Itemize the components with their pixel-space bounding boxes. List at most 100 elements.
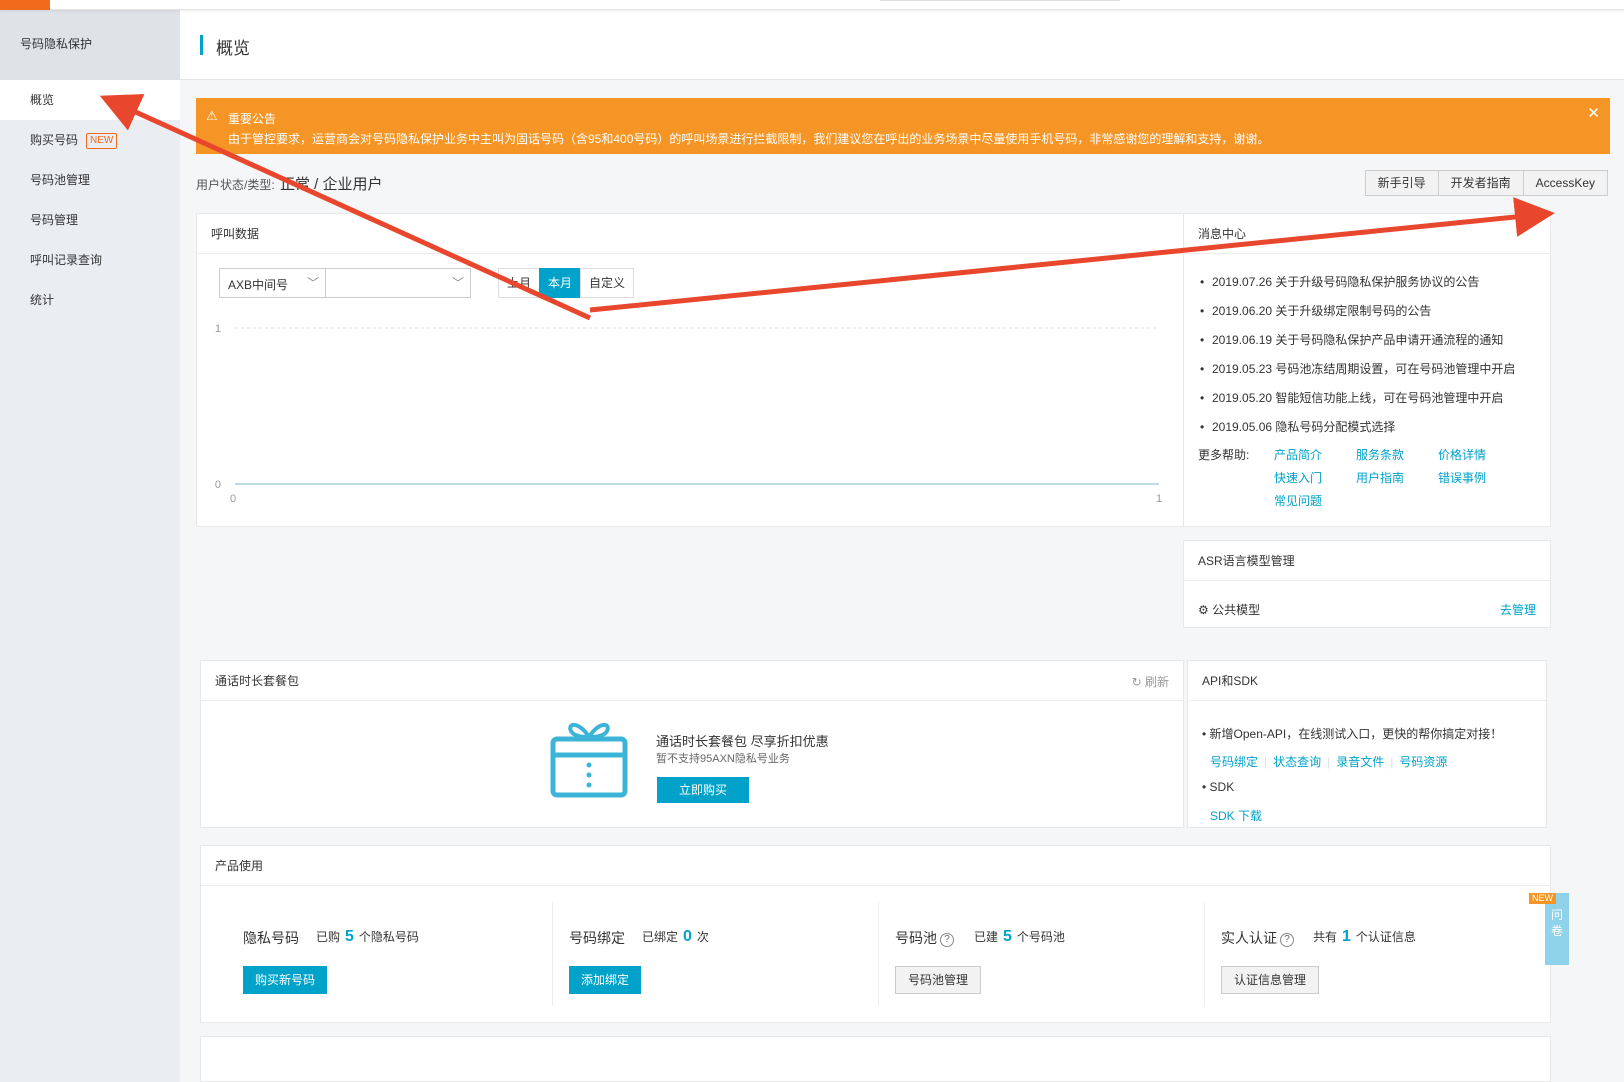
- sidebar-item-pool-management[interactable]: 号码池管理: [0, 160, 180, 200]
- help-link-intro[interactable]: 产品简介: [1274, 446, 1356, 469]
- product-usage-title: 产品使用: [201, 846, 1550, 886]
- sidebar-item-label: 概览: [30, 93, 55, 107]
- usage-count: 1: [1342, 928, 1351, 945]
- usage-stat-pre: 已购: [316, 930, 341, 944]
- api-link-binding[interactable]: 号码绑定: [1210, 755, 1258, 769]
- message-item[interactable]: 2019.05.23 号码池冻结周期设置，可在号码池管理中开启: [1198, 361, 1548, 390]
- public-model-label: 公共模型: [1212, 603, 1261, 617]
- sdk-download-link[interactable]: SDK 下载: [1210, 807, 1262, 824]
- buy-new-number-button[interactable]: 购买新号码: [243, 966, 328, 994]
- accesskey-button[interactable]: AccessKey: [1522, 170, 1608, 196]
- product-usage-card: 产品使用 隐私号码 已购 5 个隐私号码 购买新号码 号码绑定 已绑定 0 次 添加绑定…: [200, 845, 1551, 1023]
- survey-float-button[interactable]: NEW 问卷: [1529, 893, 1569, 965]
- period-last-month[interactable]: 上月: [498, 268, 541, 298]
- asr-model-card: ASR语言模型管理 ⚙ 公共模型 去管理: [1183, 540, 1551, 628]
- usage-stat-pre: 已建: [974, 930, 999, 944]
- asr-title: ASR语言模型管理: [1184, 541, 1550, 581]
- help-link-user-guide[interactable]: 用户指南: [1356, 469, 1438, 492]
- message-item[interactable]: 2019.07.26 关于升级号码隐私保护服务协议的公告: [1198, 274, 1548, 303]
- select-value: AXB中间号: [228, 278, 289, 292]
- usage-label: 号码池?: [895, 928, 954, 948]
- important-notice: ⚠ 重要公告 由于管控要求，运营商会对号码隐私保护业务中主叫为固话号码（含95和…: [196, 98, 1610, 154]
- usage-label-text: 实人认证: [1221, 930, 1277, 946]
- asr-manage-link[interactable]: 去管理: [1500, 601, 1536, 618]
- more-help-label: 更多帮助:: [1198, 448, 1250, 462]
- chart-x-tick-label: 1: [1156, 493, 1162, 505]
- title-accent-bar: [200, 35, 203, 55]
- message-center-title: 消息中心: [1184, 214, 1550, 254]
- page-header: 概览: [180, 10, 1624, 80]
- console-logo[interactable]: [0, 0, 50, 10]
- api-link-number-resource[interactable]: 号码资源: [1399, 755, 1447, 769]
- main-content: 概览 ⚠ 重要公告 由于管控要求，运营商会对号码隐私保护业务中主叫为固话号码（含…: [180, 10, 1624, 1082]
- gear-icon: ⚙: [1198, 603, 1209, 617]
- sidebar-item-statistics[interactable]: 统计: [0, 280, 180, 320]
- usage-stat: 已建 5 个号码池: [974, 928, 1065, 946]
- usage-stat: 已绑定 0 次: [642, 928, 709, 946]
- page-title: 概览: [216, 39, 250, 58]
- link-divider: |: [1264, 755, 1268, 769]
- chart-x-tick-label: 0: [230, 493, 236, 505]
- link-divider: |: [1327, 755, 1331, 769]
- api-link-recording[interactable]: 录音文件: [1336, 755, 1384, 769]
- usage-count: 5: [345, 928, 354, 945]
- help-link-faq[interactable]: 常见问题: [1274, 492, 1356, 515]
- developer-guide-button[interactable]: 开发者指南: [1437, 170, 1524, 196]
- package-title: 通话时长套餐包: [201, 661, 1183, 701]
- sidebar-item-number-management[interactable]: 号码管理: [0, 200, 180, 240]
- bottom-card: [200, 1036, 1551, 1082]
- sidebar-product-title: 号码隐私保护: [0, 10, 180, 80]
- call-data-chart: 0 1 0 1: [215, 323, 1162, 505]
- api-links: 号码绑定 | 状态查询 | 录音文件 | 号码资源: [1210, 753, 1447, 770]
- usage-stat-pre: 共有: [1313, 930, 1338, 944]
- help-icon[interactable]: ?: [940, 933, 954, 947]
- help-link-terms[interactable]: 服务条款: [1356, 446, 1438, 469]
- usage-stat-post: 个认证信息: [1355, 930, 1416, 944]
- help-link-quickstart[interactable]: 快速入门: [1274, 469, 1356, 492]
- close-icon[interactable]: ✕: [1587, 104, 1600, 122]
- call-data-card: 呼叫数据 AXB中间号 ﹀ ﹀ 上月 本月 自定义 0 1 0 1: [196, 213, 1184, 527]
- message-item[interactable]: 2019.06.20 关于升级绑定限制号码的公告: [1198, 303, 1548, 332]
- message-item[interactable]: 2019.05.06 隐私号码分配模式选择: [1198, 419, 1548, 448]
- notice-text: 由于管控要求，运营商会对号码隐私保护业务中主叫为固话号码（含95和400号码）的…: [228, 132, 1270, 146]
- gift-icon: [550, 723, 628, 798]
- buy-now-button[interactable]: 立即购买: [657, 777, 749, 803]
- period-custom[interactable]: 自定义: [580, 268, 635, 298]
- period-this-month[interactable]: 本月: [539, 268, 582, 298]
- package-promo-subtitle: 暂不支持95AXN隐私号业务: [656, 753, 790, 765]
- help-link-pricing[interactable]: 价格详情: [1438, 446, 1520, 469]
- pool-management-button[interactable]: 号码池管理: [895, 966, 982, 994]
- sidebar-item-call-records[interactable]: 呼叫记录查询: [0, 240, 180, 280]
- message-item[interactable]: 2019.06.19 关于号码隐私保护产品申请开通流程的通知: [1198, 332, 1548, 361]
- sidebar-item-buy-number[interactable]: 购买号码 NEW: [0, 120, 180, 160]
- usage-label: 号码绑定: [569, 930, 625, 946]
- message-item[interactable]: 2019.05.20 智能短信功能上线，可在号码池管理中开启: [1198, 390, 1548, 419]
- verification-management-button[interactable]: 认证信息管理: [1221, 966, 1320, 994]
- usage-privacy-numbers: 隐私号码 已购 5 个隐私号码 购买新号码: [201, 886, 553, 1024]
- sidebar-item-overview[interactable]: 概览: [0, 80, 180, 120]
- help-icon[interactable]: ?: [1280, 933, 1294, 947]
- beginner-guide-button[interactable]: 新手引导: [1364, 170, 1439, 196]
- refresh-icon: ↻: [1131, 675, 1142, 689]
- refresh-button[interactable]: ↻ 刷新: [1132, 673, 1169, 690]
- help-link-error-cases[interactable]: 错误事例: [1438, 469, 1520, 492]
- usage-label: 隐私号码: [243, 930, 299, 946]
- sidebar-item-label: 呼叫记录查询: [30, 253, 103, 267]
- add-binding-button[interactable]: 添加绑定: [569, 966, 642, 994]
- usage-label: 实人认证?: [1221, 928, 1294, 948]
- number-type-select[interactable]: AXB中间号 ﹀: [219, 268, 326, 298]
- notice-title: 重要公告: [228, 112, 277, 126]
- public-model-row: ⚙ 公共模型: [1198, 601, 1260, 618]
- sidebar-item-label: 统计: [30, 293, 55, 307]
- link-divider: |: [1390, 755, 1394, 769]
- sidebar-item-label: 号码池管理: [30, 173, 91, 187]
- api-link-status[interactable]: 状态查询: [1273, 755, 1321, 769]
- top-search-line: [880, 0, 1120, 1]
- usage-stat: 已购 5 个隐私号码: [316, 928, 419, 946]
- call-data-title: 呼叫数据: [197, 214, 1183, 254]
- message-list: 2019.07.26 关于升级号码隐私保护服务协议的公告 2019.06.20 …: [1198, 274, 1548, 448]
- usage-label-text: 号码池: [895, 930, 937, 946]
- pool-select[interactable]: ﹀: [325, 268, 471, 298]
- usage-stat-post: 个号码池: [1016, 930, 1065, 944]
- help-button-group: 新手引导 开发者指南 AccessKey: [1364, 170, 1608, 196]
